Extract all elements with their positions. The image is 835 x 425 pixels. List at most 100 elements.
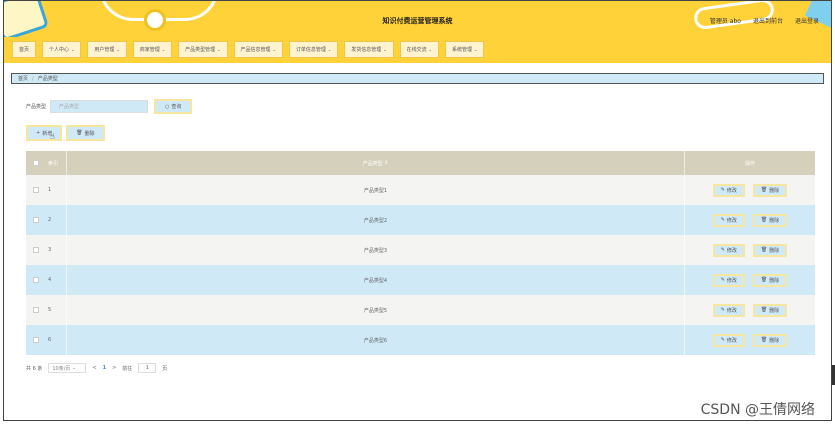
row-name: 产品类型3 bbox=[66, 235, 684, 265]
edit-label: 修改 bbox=[726, 217, 737, 224]
edit-button[interactable]: ✎ 修改 bbox=[712, 273, 745, 287]
table-body: 1 产品类型1 ✎ 修改 🗑 删除 2 产品类型2 ✎ 修改 🗑 删除 3 产品类型3 ✎ 修改 🗑 删除 4 产品类… bbox=[26, 175, 815, 355]
nav-item-4[interactable]: 产品类型管理 ⌄ bbox=[178, 41, 228, 58]
pager-prev-button[interactable]: < bbox=[92, 365, 96, 371]
row-checkbox[interactable] bbox=[33, 247, 39, 253]
pager-goto-input[interactable]: 1 bbox=[138, 363, 157, 373]
delete-button[interactable]: 🗑 删除 bbox=[752, 333, 788, 347]
nav-item-8[interactable]: 在线交流 ⌄ bbox=[399, 41, 440, 58]
nav-item-label: 首页 bbox=[19, 47, 30, 53]
chevron-down-icon: ⌄ bbox=[272, 47, 276, 52]
pager-next-button[interactable]: > bbox=[112, 365, 116, 371]
header-name-label: 产品类型 bbox=[362, 160, 383, 167]
edit-button[interactable]: ✎ 修改 bbox=[712, 303, 745, 317]
table-row: 1 产品类型1 ✎ 修改 🗑 删除 bbox=[26, 175, 815, 205]
row-check-cell bbox=[26, 217, 46, 223]
nav-item-label: 订单信息管理 bbox=[295, 47, 326, 53]
row-actions: ✎ 修改 🗑 删除 bbox=[684, 175, 815, 205]
chevron-down-icon: ⌄ bbox=[217, 47, 221, 52]
row-actions: ✎ 修改 🗑 删除 bbox=[684, 265, 815, 295]
edit-label: 修改 bbox=[726, 307, 737, 314]
edit-button[interactable]: ✎ 修改 bbox=[712, 213, 745, 227]
search-bar: 产品类型 产品类型 ○ 查询 bbox=[26, 99, 193, 114]
page-size-select[interactable]: 10条/页 ⌄ bbox=[48, 363, 87, 373]
row-checkbox[interactable] bbox=[33, 187, 39, 193]
nav-item-9[interactable]: 系统管理 ⌄ bbox=[445, 41, 485, 58]
trash-icon: 🗑 bbox=[760, 217, 768, 223]
mouse-cursor-icon: ☝ bbox=[50, 132, 55, 141]
select-all-cell bbox=[26, 160, 46, 166]
edit-button[interactable]: ✎ 修改 bbox=[712, 243, 745, 257]
edit-label: 修改 bbox=[726, 187, 737, 194]
row-index: 3 bbox=[48, 247, 52, 253]
edit-label: 修改 bbox=[726, 337, 737, 344]
edit-label: 修改 bbox=[726, 277, 737, 284]
header-bar: 知识付费运营管理系统 管理员 abo 退出到前台 退出登录 bbox=[4, 1, 831, 37]
edit-button[interactable]: ✎ 修改 bbox=[712, 333, 745, 347]
search-label: 产品类型 bbox=[26, 104, 47, 110]
delete-button[interactable]: 🗑 删除 bbox=[752, 303, 788, 317]
search-icon: ○ bbox=[165, 103, 170, 110]
select-all-checkbox[interactable] bbox=[33, 160, 39, 166]
row-checkbox[interactable] bbox=[33, 307, 39, 313]
delete-button[interactable]: 🗑 删除 bbox=[752, 183, 788, 197]
row-checkbox[interactable] bbox=[33, 217, 39, 223]
nav-item-label: 个人中心 bbox=[49, 47, 70, 53]
plus-icon: + bbox=[36, 130, 41, 136]
delete-button[interactable]: 🗑 删除 bbox=[752, 243, 788, 257]
batch-delete-button[interactable]: 🗑 删除 bbox=[66, 125, 105, 141]
row-check-cell bbox=[26, 187, 46, 193]
nav-item-label: 商家管理 bbox=[139, 47, 160, 53]
logout-link[interactable]: 退出登录 bbox=[795, 16, 819, 25]
add-button[interactable]: + 新增 bbox=[26, 125, 63, 141]
breadcrumb: 首页 / 产品类型 bbox=[11, 73, 824, 84]
nav-item-7[interactable]: 发货信息管理 ⌄ bbox=[344, 41, 394, 58]
nav-item-2[interactable]: 用户管理 ⌄ bbox=[87, 41, 127, 58]
nav-item-1[interactable]: 个人中心 ⌄ bbox=[42, 41, 82, 58]
pager-total: 共 6 条 bbox=[26, 365, 43, 372]
app-title: 知识付费运营管理系统 bbox=[382, 17, 453, 25]
row-index: 6 bbox=[48, 337, 52, 343]
edit-icon: ✎ bbox=[720, 277, 725, 283]
row-name: 产品类型4 bbox=[66, 265, 684, 295]
row-checkbox[interactable] bbox=[33, 277, 39, 283]
row-check-cell bbox=[26, 307, 46, 313]
nav-item-6[interactable]: 订单信息管理 ⌄ bbox=[288, 41, 339, 58]
header-name[interactable]: 产品类型 ⇕ bbox=[66, 151, 684, 175]
edit-button[interactable]: ✎ 修改 bbox=[712, 183, 745, 197]
pager-current-page[interactable]: 1 bbox=[103, 365, 106, 371]
nav-item-label: 系统管理 bbox=[452, 47, 473, 53]
row-actions: ✎ 修改 🗑 删除 bbox=[684, 205, 815, 235]
nav-item-5[interactable]: 产品信息管理 ⌄ bbox=[233, 41, 283, 58]
batch-delete-label: 删除 bbox=[84, 130, 95, 137]
search-input[interactable]: 产品类型 bbox=[50, 100, 149, 113]
edit-icon: ✎ bbox=[720, 247, 725, 253]
trash-icon: 🗑 bbox=[760, 277, 768, 283]
data-table: 索引 产品类型 ⇕ 操作 1 产品类型1 ✎ 修改 🗑 删除 2 产品类型2 ✎ 修改 🗑 删除 3 产品… bbox=[26, 151, 815, 355]
delete-button[interactable]: 🗑 删除 bbox=[752, 213, 788, 227]
nav-item-label: 产品类型管理 bbox=[185, 47, 216, 53]
breadcrumb-home[interactable]: 首页 bbox=[18, 75, 28, 82]
trash-icon: 🗑 bbox=[760, 187, 768, 193]
delete-label: 删除 bbox=[769, 217, 780, 224]
nav-item-0[interactable]: 首页 bbox=[12, 41, 37, 58]
trash-icon: 🗑 bbox=[760, 337, 768, 343]
app-window: 知识付费运营管理系统 管理员 abo 退出到前台 退出登录 首页 个人中心 ⌄ 用户管… bbox=[3, 0, 832, 421]
chevron-down-icon: ⌄ bbox=[327, 47, 332, 52]
trash-icon: 🗑 bbox=[760, 307, 768, 313]
table-row: 6 产品类型6 ✎ 修改 🗑 删除 bbox=[26, 325, 815, 355]
row-name: 产品类型1 bbox=[66, 175, 684, 205]
delete-label: 删除 bbox=[769, 247, 780, 254]
chevron-down-icon: ⌄ bbox=[474, 47, 478, 52]
nav-item-3[interactable]: 商家管理 ⌄ bbox=[132, 41, 173, 58]
pager-goto-label: 前往 bbox=[122, 365, 133, 372]
chevron-down-icon: ⌄ bbox=[383, 47, 387, 52]
user-label: 管理员 abo bbox=[709, 18, 741, 25]
header-op: 操作 bbox=[684, 151, 815, 175]
delete-button[interactable]: 🗑 删除 bbox=[752, 273, 788, 287]
row-checkbox[interactable] bbox=[33, 337, 39, 343]
goto-front-link[interactable]: 退出到前台 bbox=[753, 16, 783, 25]
row-index: 2 bbox=[48, 217, 52, 223]
chevron-down-icon: ⌄ bbox=[428, 47, 433, 52]
search-button[interactable]: ○ 查询 bbox=[154, 99, 193, 114]
